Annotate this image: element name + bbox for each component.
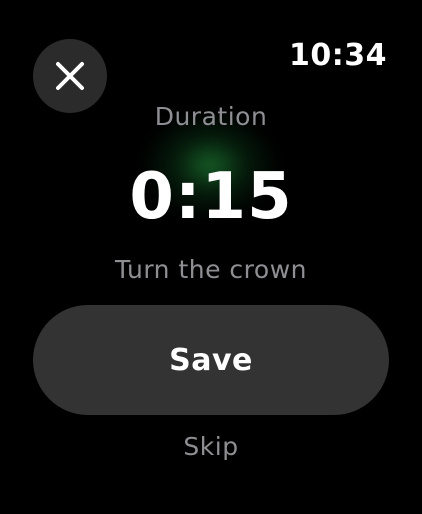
- duration-label: Duration: [154, 102, 268, 131]
- close-icon: [55, 61, 85, 91]
- duration-value[interactable]: 0:15: [0, 160, 422, 234]
- save-button[interactable]: Save: [33, 305, 389, 415]
- save-button-label: Save: [169, 342, 253, 378]
- skip-button[interactable]: Skip: [0, 432, 422, 461]
- watch-screen: 10:34 Duration 0:15 Turn the crown Save …: [0, 0, 422, 514]
- status-time: 10:34: [289, 38, 387, 73]
- crown-hint: Turn the crown: [115, 255, 307, 284]
